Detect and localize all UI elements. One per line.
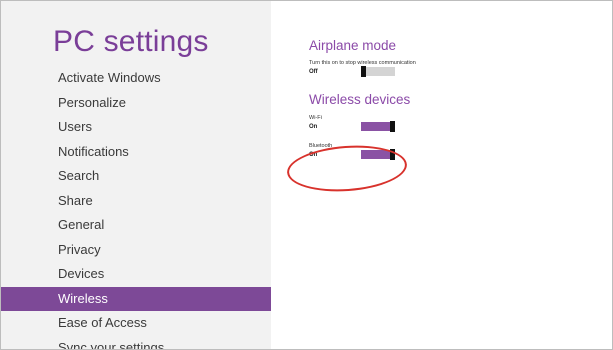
sidebar-nav: Activate Windows Personalize Users Notif… xyxy=(1,66,271,349)
sidebar-item-notifications[interactable]: Notifications xyxy=(1,140,271,165)
bluetooth-label: Bluetooth xyxy=(309,143,333,149)
sidebar-item-devices[interactable]: Devices xyxy=(1,262,271,287)
wifi-label: Wi-Fi xyxy=(309,115,322,121)
sidebar-item-personalize[interactable]: Personalize xyxy=(1,91,271,116)
toggle-track xyxy=(361,67,395,76)
bluetooth-setting: Bluetooth On xyxy=(309,143,599,171)
sidebar-item-search[interactable]: Search xyxy=(1,164,271,189)
page-title: PC settings xyxy=(53,25,209,58)
wifi-toggle[interactable] xyxy=(361,121,395,132)
wifi-state: On xyxy=(309,124,318,130)
wireless-devices-heading: Wireless devices xyxy=(309,92,411,107)
toggle-thumb xyxy=(390,121,395,132)
bluetooth-state: On xyxy=(309,152,318,158)
bluetooth-toggle[interactable] xyxy=(361,149,395,160)
main-content: Airplane mode Turn this on to stop wirel… xyxy=(309,38,599,171)
sidebar-item-users[interactable]: Users xyxy=(1,115,271,140)
toggle-thumb xyxy=(361,66,366,77)
airplane-mode-toggle[interactable] xyxy=(361,66,395,77)
sidebar-item-sync-your-settings[interactable]: Sync your settings xyxy=(1,336,271,350)
sidebar-item-activate-windows[interactable]: Activate Windows xyxy=(1,66,271,91)
airplane-mode-setting: Turn this on to stop wireless communicat… xyxy=(309,60,599,88)
sidebar-item-wireless[interactable]: Wireless xyxy=(1,286,271,311)
wifi-setting: Wi-Fi On xyxy=(309,115,599,143)
sidebar-item-ease-of-access[interactable]: Ease of Access xyxy=(1,311,271,336)
airplane-mode-heading: Airplane mode xyxy=(309,38,397,53)
sidebar: PC settings Activate Windows Personalize… xyxy=(1,1,271,349)
sidebar-item-privacy[interactable]: Privacy xyxy=(1,238,271,263)
sidebar-item-general[interactable]: General xyxy=(1,213,271,238)
sidebar-item-share[interactable]: Share xyxy=(1,189,271,214)
airplane-mode-state: Off xyxy=(309,69,318,75)
window-frame: PC settings Activate Windows Personalize… xyxy=(0,0,613,350)
toggle-thumb xyxy=(390,149,395,160)
